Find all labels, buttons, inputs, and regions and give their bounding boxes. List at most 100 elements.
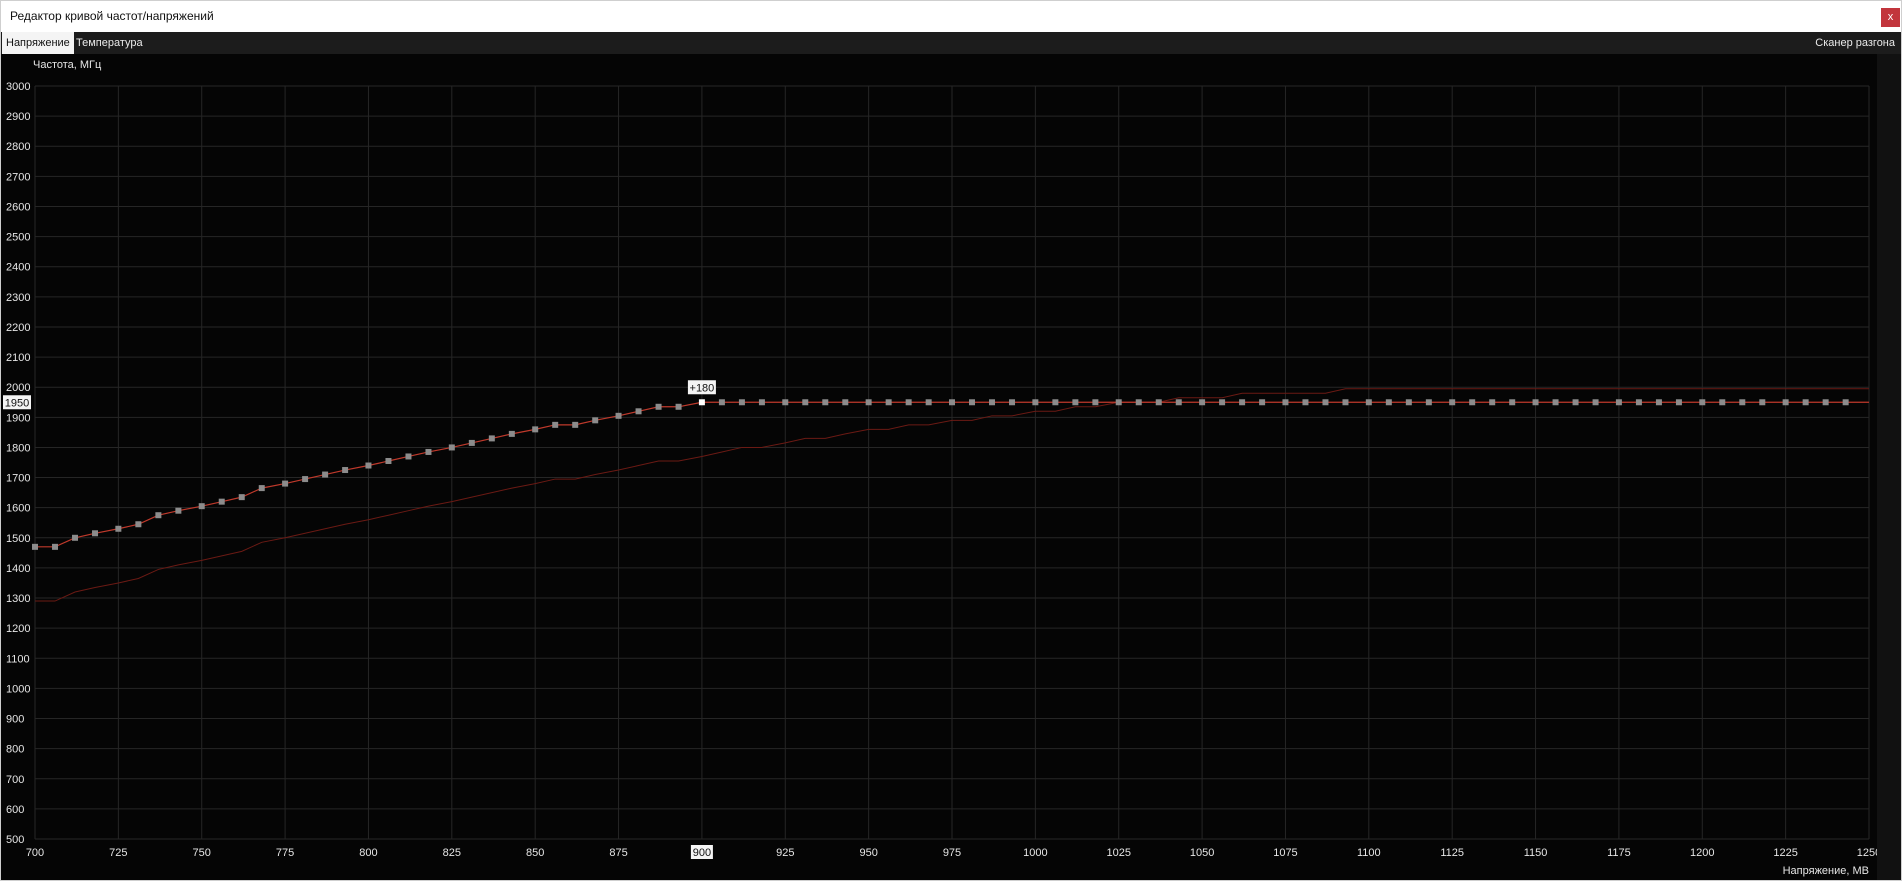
x-tick-label: 1175: [1607, 847, 1631, 859]
curve-point[interactable]: [1675, 399, 1682, 406]
curve-point[interactable]: [385, 457, 392, 464]
x-tick-label: 775: [276, 847, 294, 859]
curve-point[interactable]: [282, 480, 289, 487]
curve-point[interactable]: [675, 403, 682, 410]
curve-point[interactable]: [258, 485, 265, 492]
curve-point[interactable]: [925, 399, 932, 406]
x-tick-label: 700: [26, 847, 44, 859]
vertical-scrollbar[interactable]: [1877, 54, 1901, 880]
curve-point[interactable]: [1032, 399, 1039, 406]
curve-point[interactable]: [365, 462, 372, 469]
curve-point[interactable]: [1802, 399, 1809, 406]
curve-point[interactable]: [1635, 399, 1642, 406]
curve-point[interactable]: [1052, 399, 1059, 406]
tab-voltage[interactable]: Напряжение: [2, 32, 74, 54]
curve-point[interactable]: [1655, 399, 1662, 406]
y-tick-label: 2000: [6, 382, 30, 394]
curve-point[interactable]: [949, 399, 955, 406]
curve-point[interactable]: [1719, 399, 1726, 406]
curve-point[interactable]: [1759, 399, 1766, 406]
curve-point[interactable]: [1282, 399, 1289, 406]
curve-point[interactable]: [1199, 399, 1206, 406]
curve-point[interactable]: [969, 399, 976, 406]
curve-point[interactable]: [1405, 399, 1412, 406]
curve-point[interactable]: [1469, 399, 1476, 406]
curve-point[interactable]: [1219, 399, 1226, 406]
selected-curve-point[interactable]: [698, 399, 705, 406]
curve-point[interactable]: [1552, 399, 1559, 406]
curve-point[interactable]: [1615, 399, 1622, 406]
curve-point[interactable]: [302, 476, 309, 483]
tab-bar: Напряжение Температура Сканер разгона: [1, 32, 1901, 54]
curve-point[interactable]: [218, 498, 225, 505]
curve-point[interactable]: [508, 430, 515, 437]
curve-point[interactable]: [905, 399, 912, 406]
curve-point[interactable]: [1842, 399, 1849, 406]
curve-point[interactable]: [1115, 399, 1122, 406]
curve-point[interactable]: [1092, 399, 1099, 406]
curve-point[interactable]: [1739, 399, 1746, 406]
curve-point[interactable]: [342, 467, 349, 474]
close-button[interactable]: x: [1881, 8, 1900, 27]
curve-point[interactable]: [655, 403, 662, 410]
curve-point[interactable]: [468, 439, 475, 446]
curve-point[interactable]: [1572, 399, 1579, 406]
curve-point[interactable]: [1532, 399, 1539, 406]
curve-point[interactable]: [448, 444, 455, 451]
curve-point[interactable]: [425, 448, 432, 455]
curve-point[interactable]: [1489, 399, 1496, 406]
curve-point[interactable]: [842, 399, 849, 406]
curve-point[interactable]: [405, 453, 412, 460]
curve-point[interactable]: [1302, 399, 1309, 406]
curve-point[interactable]: [1822, 399, 1829, 406]
curve-point[interactable]: [552, 421, 559, 428]
curve-point[interactable]: [802, 399, 809, 406]
curve-point[interactable]: [572, 421, 579, 428]
curve-point[interactable]: [1322, 399, 1329, 406]
curve-point[interactable]: [615, 412, 622, 419]
curve-point[interactable]: [115, 525, 122, 532]
tab-temperature[interactable]: Температура: [72, 32, 147, 54]
curve-point[interactable]: [1385, 399, 1392, 406]
curve-point[interactable]: [1239, 399, 1246, 406]
curve-point[interactable]: [1365, 399, 1372, 406]
curve-point[interactable]: [758, 399, 765, 406]
curve-point[interactable]: [92, 530, 99, 537]
overclock-scanner-button[interactable]: Сканер разгона: [1811, 32, 1899, 54]
curve-point[interactable]: [1072, 399, 1079, 406]
curve-point[interactable]: [322, 471, 329, 478]
curve-point[interactable]: [865, 399, 872, 406]
curve-point[interactable]: [1009, 399, 1016, 406]
curve-point[interactable]: [885, 399, 892, 406]
curve-point[interactable]: [822, 399, 829, 406]
curve-point[interactable]: [198, 503, 205, 510]
curve-point[interactable]: [52, 543, 59, 550]
curve-point[interactable]: [592, 417, 599, 424]
curve-point[interactable]: [72, 534, 79, 541]
curve-point[interactable]: [1175, 399, 1182, 406]
curve-point[interactable]: [1259, 399, 1266, 406]
curve-point[interactable]: [1592, 399, 1599, 406]
curve-point[interactable]: [989, 399, 996, 406]
curve-point[interactable]: [738, 399, 745, 406]
curve-point[interactable]: [1699, 399, 1706, 406]
curve-point[interactable]: [488, 435, 495, 442]
curve-point[interactable]: [1782, 399, 1789, 406]
curve-point[interactable]: [1135, 399, 1142, 406]
curve-point[interactable]: [1425, 399, 1432, 406]
curve-point[interactable]: [175, 507, 182, 514]
x-tick-label: 850: [526, 847, 544, 859]
curve-point[interactable]: [135, 521, 142, 528]
curve-point[interactable]: [1449, 399, 1456, 406]
curve-point[interactable]: [238, 494, 245, 501]
curve-point[interactable]: [782, 399, 789, 406]
curve-point[interactable]: [1509, 399, 1516, 406]
curve-point[interactable]: [532, 426, 539, 433]
curve-point[interactable]: [155, 512, 162, 519]
curve-point[interactable]: [1342, 399, 1349, 406]
vf-curve-chart[interactable]: Частота, МГц Напряжение, МВ 500 600 700 800 90…: [1, 54, 1877, 880]
curve-point[interactable]: [718, 399, 725, 406]
curve-point[interactable]: [1155, 399, 1162, 406]
curve-point[interactable]: [635, 408, 642, 415]
curve-point[interactable]: [32, 543, 38, 550]
